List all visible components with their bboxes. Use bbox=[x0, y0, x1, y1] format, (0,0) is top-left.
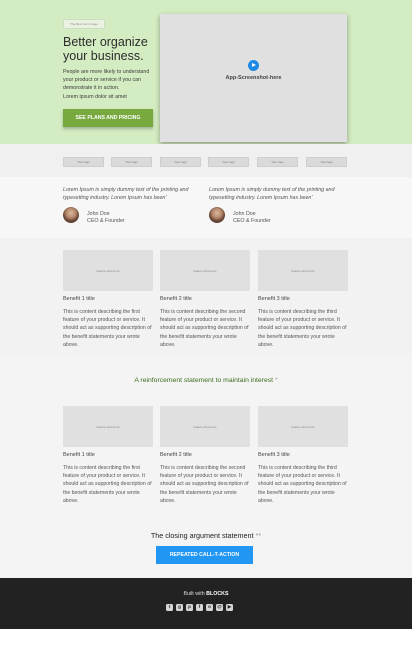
benefit-title: Benefit 2 title bbox=[160, 296, 192, 302]
closing-statement: The closing argument statement ** bbox=[0, 531, 412, 540]
testimonial-role: CEO & Founder bbox=[233, 218, 271, 224]
feature-image: feature-shot-here bbox=[258, 406, 348, 447]
feature-title: Benefit 2 title bbox=[160, 452, 192, 458]
closing-text: The closing argument statement bbox=[150, 531, 254, 540]
youtube-icon[interactable]: ▶ bbox=[226, 604, 233, 611]
hero-lorem: Lorem ipsum dolor sit amet bbox=[63, 94, 127, 100]
reinforcement-text: A reinforcement statement to maintain in… bbox=[134, 377, 274, 384]
repeated-cta-button[interactable]: REPEATED CALL-T-ACTION bbox=[156, 546, 253, 564]
logo-placeholder: Your logo bbox=[257, 157, 298, 167]
benefits-section: feature-shot-here Benefit 1 title This i… bbox=[0, 238, 412, 358]
see-plans-button[interactable]: SEE PLANS AND PRICING bbox=[63, 109, 153, 127]
features-section: A reinforcement statement to maintain in… bbox=[0, 358, 412, 528]
benefit-title: Benefit 1 title bbox=[63, 296, 95, 302]
logo-placeholder: Your logo bbox=[63, 157, 104, 167]
feature-title: Benefit 3 title bbox=[258, 452, 290, 458]
feature-image: feature-shot-here bbox=[160, 250, 250, 291]
logo-placeholder: Your logo bbox=[111, 157, 152, 167]
benefit-description: This is content describing the third fea… bbox=[258, 309, 347, 348]
hero-badge: The Best Icon Image bbox=[63, 19, 105, 29]
logo-placeholder: Your logo bbox=[306, 157, 347, 167]
built-with-text: Built with BLOCKS bbox=[0, 591, 412, 597]
testimonial-name: John Doe bbox=[233, 211, 256, 217]
email-icon[interactable]: @ bbox=[216, 604, 223, 611]
closing-section: The closing argument statement ** REPEAT… bbox=[0, 528, 412, 578]
built-with-brand[interactable]: BLOCKS bbox=[206, 591, 228, 597]
feature-image: feature-shot-here bbox=[258, 250, 348, 291]
hero-section: The Best Icon Image Better organize your… bbox=[0, 0, 412, 144]
feature-description: This is content describing the first fea… bbox=[63, 465, 152, 504]
built-with-prefix: Built with bbox=[183, 591, 205, 597]
testimonials-section: Lorem Ipsum is simply dummy text of the … bbox=[0, 177, 412, 238]
pinterest-icon[interactable]: p bbox=[186, 604, 193, 611]
feature-title: Benefit 1 title bbox=[63, 452, 95, 458]
social-links: t g p f o @ ▶ bbox=[166, 604, 233, 611]
avatar bbox=[209, 207, 225, 223]
footer: Built with BLOCKS t g p f o @ ▶ bbox=[0, 578, 412, 629]
feature-description: This is content describing the third fea… bbox=[258, 465, 347, 504]
benefit-description: This is content describing the second fe… bbox=[160, 309, 249, 348]
feature-image: feature-shot-here bbox=[63, 250, 153, 291]
twitter-icon[interactable]: t bbox=[166, 604, 173, 611]
github-icon[interactable]: o bbox=[206, 604, 213, 611]
screenshot-label: App-Screenshot-here bbox=[225, 75, 282, 81]
google-plus-icon[interactable]: g bbox=[176, 604, 183, 611]
testimonial-quote: Lorem Ipsum is simply dummy text of the … bbox=[63, 187, 189, 201]
logo-placeholder: Your logo bbox=[208, 157, 249, 167]
logo-strip: Your logo Your logo Your logo Your logo … bbox=[0, 144, 412, 177]
testimonial-role: CEO & Founder bbox=[87, 218, 125, 224]
testimonial-name: John Doe bbox=[87, 211, 110, 217]
reinforcement-statement: A reinforcement statement to maintain in… bbox=[0, 377, 412, 384]
logo-placeholder: Your logo bbox=[160, 157, 201, 167]
testimonial-quote: Lorem Ipsum is simply dummy text of the … bbox=[209, 187, 335, 201]
feature-image: feature-shot-here bbox=[63, 406, 153, 447]
feature-image: feature-shot-here bbox=[160, 406, 250, 447]
reinforcement-mark: * bbox=[274, 377, 278, 384]
play-icon[interactable] bbox=[248, 60, 259, 71]
benefit-description: This is content describing the first fea… bbox=[63, 309, 152, 348]
avatar bbox=[63, 207, 79, 223]
feature-description: This is content describing the second fe… bbox=[160, 465, 249, 504]
benefit-title: Benefit 3 title bbox=[258, 296, 290, 302]
hero-title: Better organize your business. bbox=[63, 35, 148, 63]
closing-mark: ** bbox=[255, 531, 262, 540]
app-screenshot-placeholder: App-Screenshot-here bbox=[160, 14, 347, 142]
hero-description: People are more likely to understand you… bbox=[63, 69, 150, 91]
facebook-icon[interactable]: f bbox=[196, 604, 203, 611]
